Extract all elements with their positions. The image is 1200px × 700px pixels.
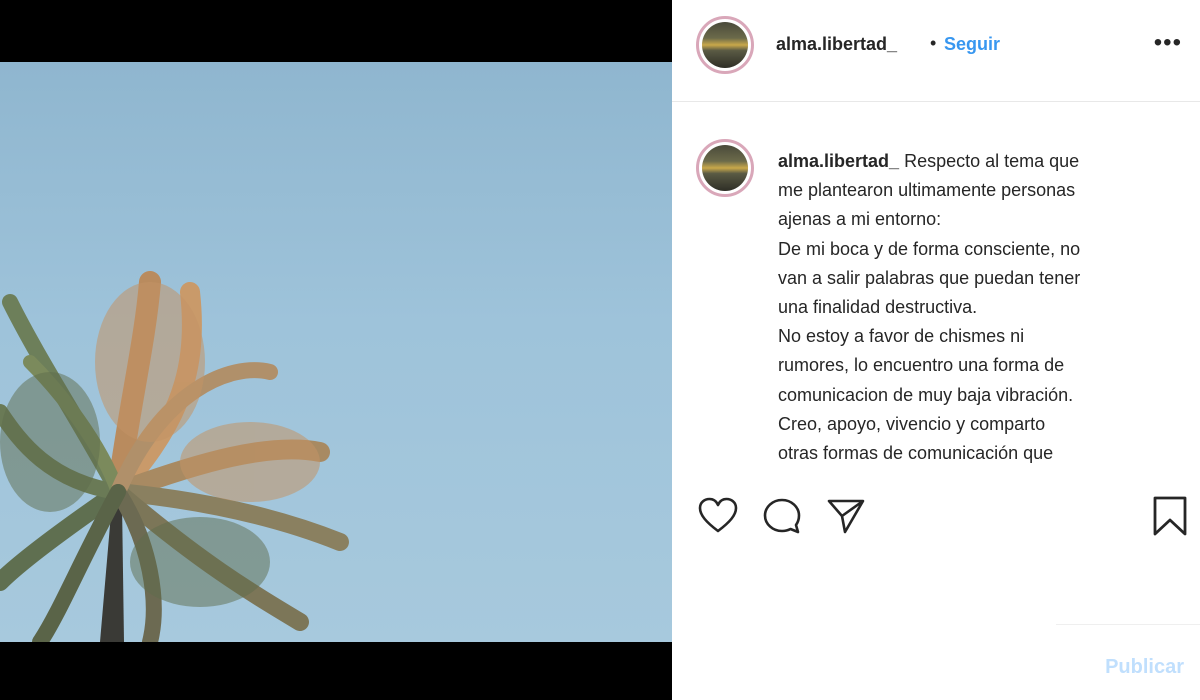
bookmark-icon[interactable]: [1148, 494, 1192, 538]
caption-line: me plantearon ultimamente personas: [778, 180, 1076, 201]
post-photo[interactable]: [0, 62, 672, 642]
caption-line: van a salir palabras que puedan tener: [778, 267, 1081, 288]
avatar-image: [702, 22, 748, 68]
separator-dot: •: [930, 33, 937, 53]
post-side-panel: alma.libertad_ • Seguir ••• alma.liberta…: [672, 0, 1200, 700]
heart-icon[interactable]: [696, 494, 740, 538]
caption-line: alma.libertad_ Respecto al tema que: [778, 147, 1138, 176]
more-options-icon[interactable]: •••: [1154, 31, 1182, 55]
post-caption: alma.libertad_ Respecto al tema que me p…: [778, 147, 1138, 468]
share-icon[interactable]: [824, 494, 868, 538]
caption-username[interactable]: alma.libertad_: [778, 151, 899, 171]
publish-button[interactable]: Publicar: [1105, 656, 1184, 679]
action-bar: [672, 480, 1200, 550]
palm-tree-image: [0, 271, 349, 642]
caption-line: comunicacion de muy baja vibración.: [778, 384, 1074, 405]
post-header: alma.libertad_ • Seguir •••: [672, 0, 1200, 102]
comment-icon[interactable]: [760, 494, 804, 538]
caption-text: Respecto al tema que: [904, 151, 1080, 171]
caption-avatar[interactable]: [696, 139, 754, 197]
follow-button[interactable]: Seguir: [944, 34, 1000, 55]
caption-line: No estoy a favor de chismes ni: [778, 326, 1025, 347]
comment-divider: [1056, 624, 1200, 625]
caption-line: ajenas a mi entorno:: [778, 209, 942, 230]
post-media-area: [0, 0, 672, 700]
profile-avatar[interactable]: [696, 16, 754, 74]
caption-area: alma.libertad_ Respecto al tema que me p…: [672, 103, 1200, 470]
caption-line: De mi boca y de forma consciente, no: [778, 238, 1081, 259]
caption-line: una finalidad destructiva.: [778, 297, 978, 318]
header-username[interactable]: alma.libertad_: [776, 34, 897, 55]
caption-line: otras formas de comunicación que: [778, 443, 1054, 464]
caption-line: rumores, lo encuentro una forma de: [778, 355, 1065, 376]
caption-line: Creo, apoyo, vivencio y comparto: [778, 413, 1046, 434]
avatar-image: [702, 145, 748, 191]
